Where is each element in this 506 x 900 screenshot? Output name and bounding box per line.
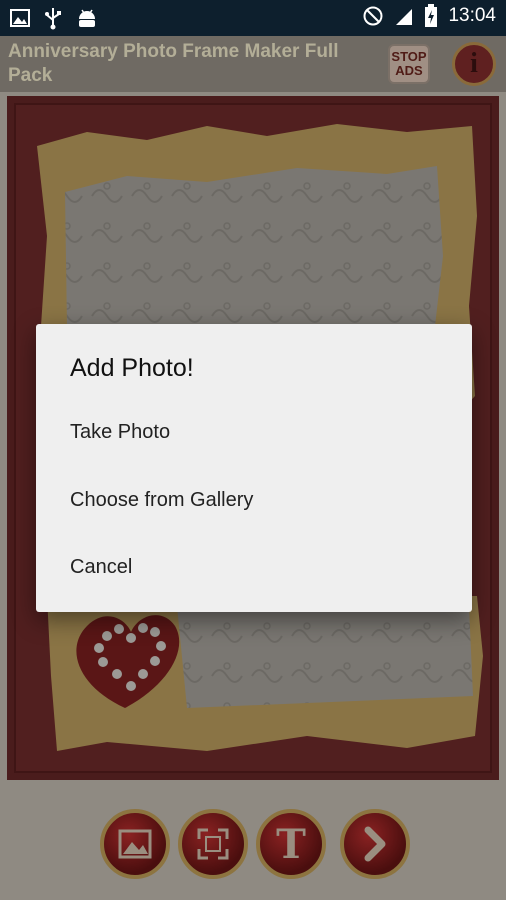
usb-icon — [45, 8, 61, 30]
fit-frame-icon — [197, 828, 229, 860]
dialog-title: Add Photo! — [70, 354, 194, 382]
app-title: Anniversary Photo Frame Maker Full Pack — [8, 41, 339, 86]
image-icon — [10, 9, 30, 27]
bottom-toolbar: T — [0, 800, 506, 900]
text-icon: T — [276, 820, 306, 868]
clock: 13:04 — [448, 5, 496, 26]
text-button[interactable]: T — [256, 809, 326, 879]
stop-ads-label-line2: ADS — [395, 63, 423, 78]
stop-ads-label-line1: STOP — [391, 49, 427, 64]
take-photo-option[interactable]: Take Photo — [36, 402, 472, 462]
app-bar: Anniversary Photo Frame Maker Full Pack … — [0, 36, 506, 92]
gallery-button[interactable] — [100, 809, 170, 879]
android-debug-icon — [79, 9, 95, 27]
info-icon: i — [470, 48, 478, 79]
stop-ads-button[interactable]: STOP ADS — [388, 44, 430, 84]
info-button[interactable]: i — [452, 42, 496, 86]
do-not-disturb-icon — [363, 6, 383, 26]
gallery-icon — [118, 829, 152, 859]
fit-frame-button[interactable] — [178, 809, 248, 879]
add-photo-dialog: Add Photo! Take Photo Choose from Galler… — [36, 324, 472, 612]
next-arrow-icon — [364, 826, 386, 862]
status-bar: 13:04 — [0, 0, 506, 36]
next-button[interactable] — [340, 809, 410, 879]
choose-from-gallery-option[interactable]: Choose from Gallery — [36, 470, 472, 530]
signal-icon — [396, 9, 413, 25]
battery-charging-icon — [425, 4, 438, 27]
cancel-option[interactable]: Cancel — [36, 537, 472, 597]
